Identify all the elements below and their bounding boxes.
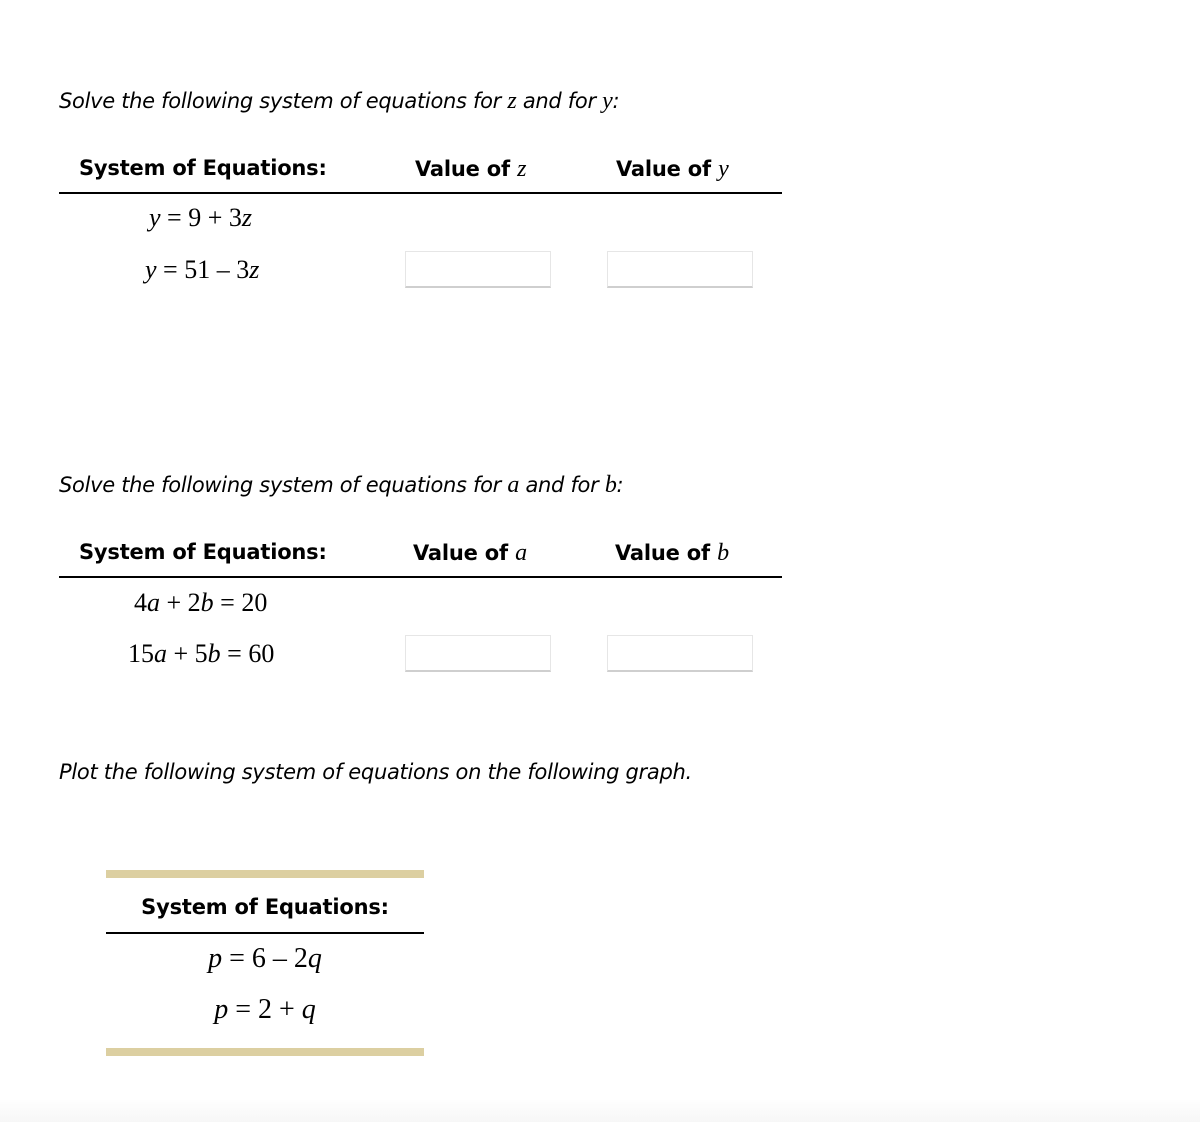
- eq-var: a: [154, 639, 167, 668]
- variable-z: z: [517, 156, 527, 182]
- prompt-text: and for: [516, 89, 603, 113]
- eq-lhs: p: [214, 994, 229, 1025]
- equation-2: p = 2 + q: [106, 994, 424, 1026]
- eq-op: + 5: [167, 639, 208, 668]
- value-of-b-input[interactable]: [607, 635, 753, 672]
- table-header-rule: [106, 932, 424, 934]
- eq-op: + 2: [160, 588, 201, 617]
- eq-var: a: [147, 588, 160, 617]
- eq-var: b: [207, 639, 221, 668]
- header-label: Value of: [413, 541, 516, 565]
- header-value-of-z: Value of z: [415, 156, 526, 183]
- eq-var: b: [200, 588, 214, 617]
- header-system-of-equations: System of Equations:: [141, 895, 389, 919]
- header-label: Value of: [616, 157, 719, 181]
- equation-1: y = 9 + 3z: [149, 203, 252, 233]
- eq-lhs: p: [208, 943, 223, 974]
- variable-y: y: [602, 88, 613, 114]
- variable-b: b: [604, 472, 617, 498]
- prompt-text: Solve the following system of equations …: [59, 89, 508, 113]
- header-system-of-equations: System of Equations:: [79, 156, 327, 180]
- variable-b: b: [717, 540, 729, 566]
- table-top-band: [106, 870, 424, 878]
- variable-a: a: [515, 540, 527, 566]
- table-bottom-band: [106, 1048, 424, 1056]
- eq-var: z: [241, 203, 252, 232]
- value-of-z-input[interactable]: [405, 251, 551, 288]
- value-of-y-input[interactable]: [607, 251, 753, 288]
- prompt-text: Solve the following system of equations …: [59, 473, 508, 497]
- eq-rhs: = 51 – 3: [156, 255, 250, 284]
- page-bottom-edge: [0, 1100, 1200, 1122]
- header-value-of-y: Value of y: [616, 156, 729, 183]
- header-value-of-b: Value of b: [615, 540, 729, 567]
- equation-2: 15a + 5b = 60: [128, 639, 274, 669]
- prompt-text: :: [612, 89, 620, 113]
- eq-lhs: y: [145, 255, 157, 284]
- header-system-of-equations: System of Equations:: [79, 540, 327, 564]
- problem3-prompt: Plot the following system of equations o…: [59, 760, 692, 784]
- eq-rhs: = 20: [213, 588, 268, 617]
- eq-rhs: = 60: [220, 639, 275, 668]
- table-header-rule: [59, 192, 782, 194]
- variable-y: y: [718, 156, 729, 182]
- eq-rhs: = 9 + 3: [160, 203, 242, 232]
- equation-1: 4a + 2b = 20: [134, 588, 267, 618]
- eq-rhs: = 2 +: [228, 994, 302, 1025]
- prompt-text: and for: [519, 473, 605, 497]
- header-label: Value of: [415, 157, 518, 181]
- header-value-of-a: Value of a: [413, 540, 527, 567]
- table-header-rule: [59, 576, 782, 578]
- eq-var: q: [307, 943, 322, 974]
- equation-2: y = 51 – 3z: [145, 255, 259, 285]
- eq-coef: 15: [128, 639, 154, 668]
- header-label: Value of: [615, 541, 718, 565]
- eq-var: q: [301, 994, 316, 1025]
- equation-1: p = 6 – 2q: [106, 943, 424, 975]
- eq-lhs: y: [149, 203, 161, 232]
- prompt-text: :: [616, 473, 624, 497]
- problem2-prompt: Solve the following system of equations …: [59, 472, 624, 499]
- eq-coef: 4: [134, 588, 147, 617]
- value-of-a-input[interactable]: [405, 635, 551, 672]
- eq-var: z: [249, 255, 260, 284]
- problem1-prompt: Solve the following system of equations …: [59, 88, 620, 115]
- variable-a: a: [507, 472, 520, 498]
- eq-rhs: = 6 – 2: [222, 943, 308, 974]
